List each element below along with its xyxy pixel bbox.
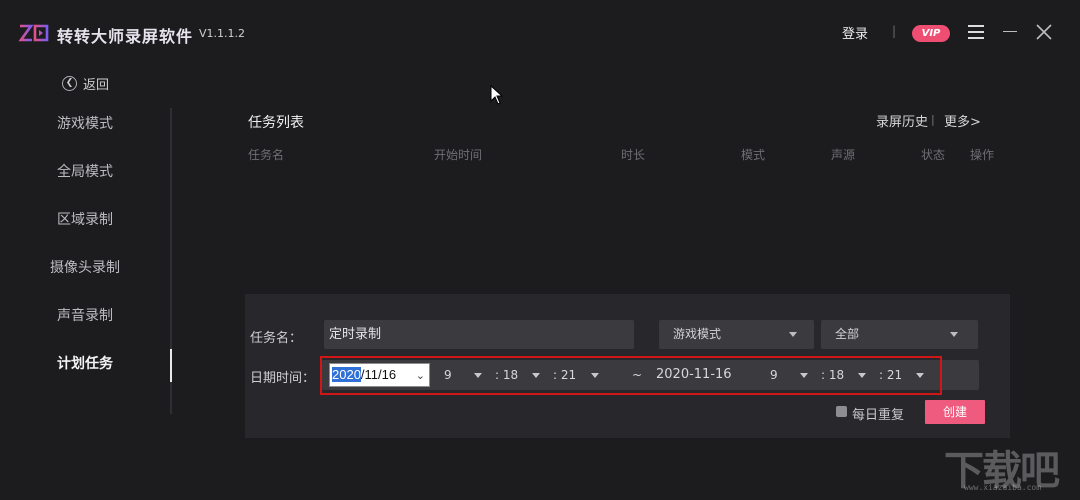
back-label: 返回 <box>83 77 110 93</box>
login-button[interactable]: 登录 <box>842 23 868 42</box>
start-date-year-selected: 2020 <box>332 367 361 382</box>
logo-icon <box>18 24 49 42</box>
end-hour-dropdown-icon[interactable] <box>800 373 808 378</box>
mode-select-value: 游戏模式 <box>673 327 722 341</box>
menu-icon[interactable] <box>968 25 984 39</box>
task-list-title: 任务列表 <box>248 115 304 131</box>
column-header-status: 状态 <box>921 148 946 162</box>
start-date-rest: /11/16 <box>360 367 397 382</box>
sidebar-item-camera-recording[interactable]: 摄像头录制 <box>0 244 170 292</box>
end-date-value[interactable]: 2020-11-16 <box>656 367 732 382</box>
app-version: V1.1.1.2 <box>199 27 246 40</box>
sidebar-item-game-mode[interactable]: 游戏模式 <box>0 100 170 148</box>
end-second-dropdown-icon[interactable] <box>916 373 924 378</box>
end-minute-value: : 18 <box>821 368 845 382</box>
task-name-label: 任务名： <box>250 331 303 346</box>
create-button[interactable]: 创建 <box>925 400 985 424</box>
sidebar-item-global-mode[interactable]: 全局模式 <box>0 148 170 196</box>
datetime-label: 日期时间： <box>250 371 316 386</box>
sidebar-active-indicator <box>170 349 172 382</box>
column-header-audio-source: 声源 <box>831 148 856 162</box>
column-header-duration: 时长 <box>621 148 646 162</box>
start-hour-value: 9 <box>444 368 452 382</box>
column-header-start-time: 开始时间 <box>434 148 483 162</box>
sidebar-item-scheduled-tasks[interactable]: 计划任务 <box>0 340 170 388</box>
sidebar-item-region-recording[interactable]: 区域录制 <box>0 196 170 244</box>
daily-repeat-label: 每日重复 <box>852 408 905 423</box>
start-minute-value: : 18 <box>495 368 519 382</box>
vip-badge[interactable]: VIP <box>912 25 950 42</box>
minimize-icon[interactable] <box>1003 31 1017 32</box>
more-link[interactable]: 更多> <box>944 111 981 130</box>
mode-select[interactable]: 游戏模式 <box>659 320 814 349</box>
app-title: 转转大师录屏软件 <box>57 27 194 46</box>
sidebar-item-audio-recording[interactable]: 声音录制 <box>0 292 170 340</box>
column-header-task-name: 任务名 <box>248 148 285 162</box>
title-separator: | <box>892 24 897 38</box>
watermark-url: www.xiazaiba.com <box>964 483 1042 492</box>
watermark: 下载吧 www.xiazaiba.com <box>944 438 1074 496</box>
range-tilde: ~ <box>632 368 643 382</box>
start-minute-dropdown-icon[interactable] <box>532 373 540 378</box>
mouse-cursor-icon <box>490 85 504 105</box>
column-header-action: 操作 <box>970 148 995 162</box>
close-icon[interactable] <box>1036 24 1052 40</box>
area-select[interactable]: 全部 <box>821 320 978 349</box>
end-minute-dropdown-icon[interactable] <box>858 373 866 378</box>
title-bar: 转转大师录屏软件 V1.1.1.2 登录 | VIP <box>0 0 1080 64</box>
start-second-value: : 21 <box>553 368 577 382</box>
area-select-value: 全部 <box>835 327 860 341</box>
chevron-down-icon <box>789 332 797 337</box>
recording-history-link[interactable]: 录屏历史 <box>876 111 928 130</box>
back-arrow-icon: ❮ <box>62 75 77 91</box>
back-button[interactable]: ❮ 返回 <box>62 74 110 93</box>
start-date-picker[interactable]: 2020/11/16 ⌄ <box>329 363 430 387</box>
column-header-mode: 模式 <box>741 148 766 162</box>
daily-repeat-checkbox[interactable] <box>836 406 847 417</box>
start-hour-dropdown-icon[interactable] <box>474 373 482 378</box>
header-separator: | <box>931 113 935 126</box>
end-hour-value: 9 <box>770 368 778 382</box>
end-second-value: : 21 <box>879 368 903 382</box>
chevron-down-icon: ⌄ <box>415 370 425 382</box>
task-name-input[interactable]: 定时录制 <box>324 320 634 349</box>
start-second-dropdown-icon[interactable] <box>591 373 599 378</box>
chevron-down-icon <box>950 332 958 337</box>
